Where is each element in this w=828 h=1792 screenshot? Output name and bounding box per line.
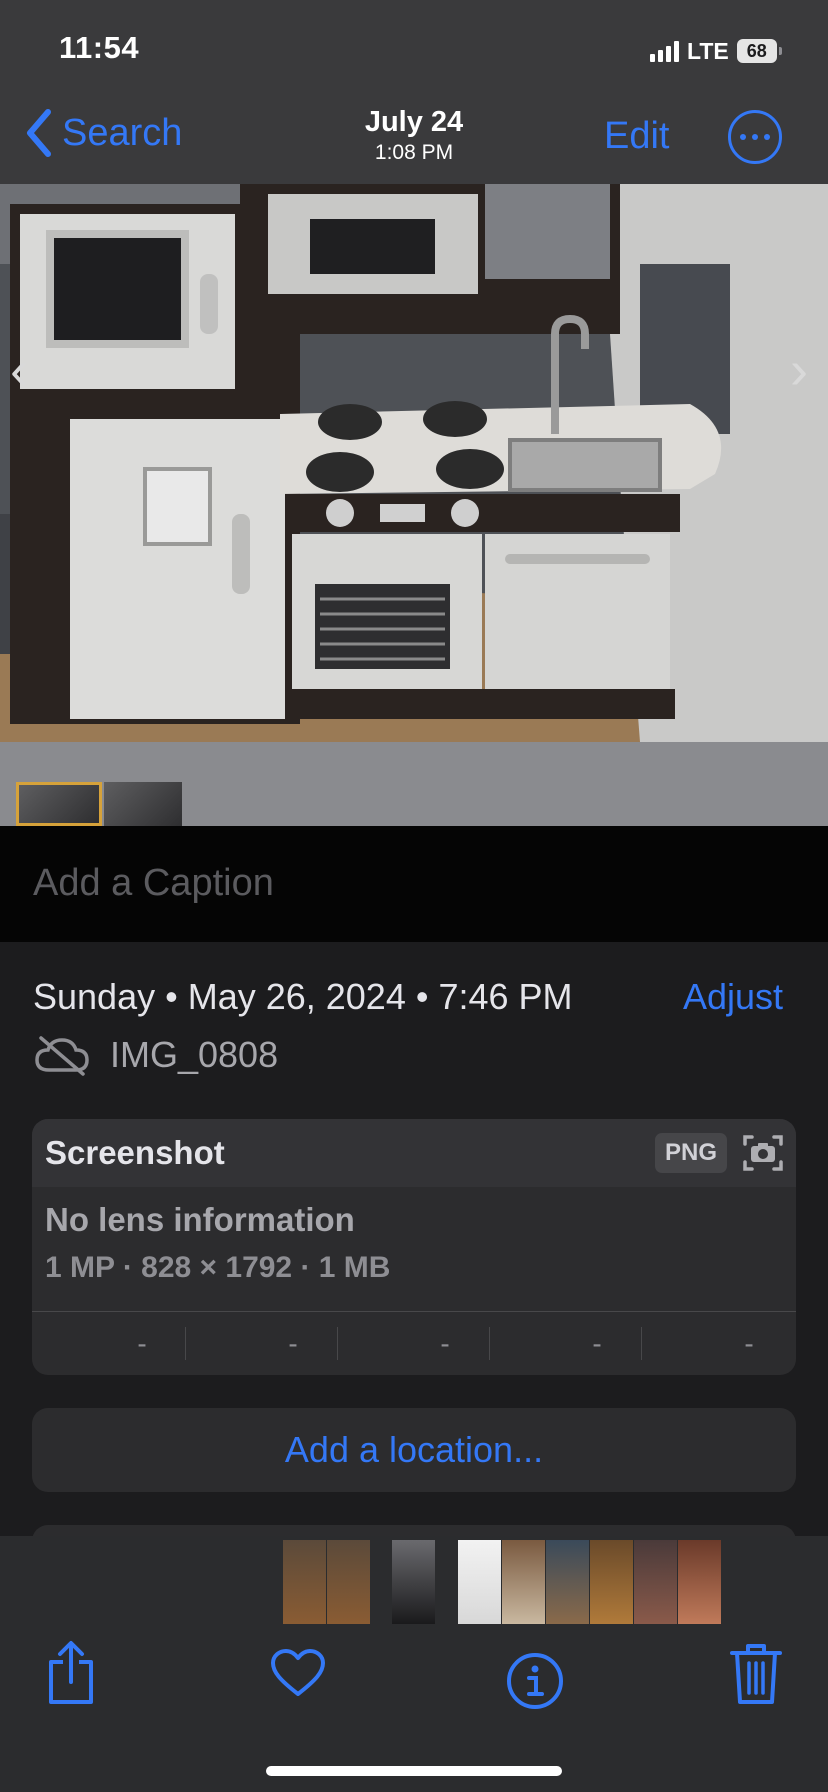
exif-shutter: - <box>744 1327 754 1359</box>
exif-focal-length: - <box>288 1327 298 1359</box>
format-badge: PNG <box>655 1133 727 1173</box>
photo-viewer[interactable]: ‹ › <box>0 184 828 742</box>
signal-icon <box>650 40 679 62</box>
filmstrip-thumbnail[interactable] <box>590 1540 633 1624</box>
filmstrip-thumbnail[interactable] <box>327 1540 370 1624</box>
filmstrip-thumbnail[interactable] <box>546 1540 589 1624</box>
exif-divider <box>641 1327 642 1360</box>
next-photo-chevron[interactable]: › <box>790 339 808 401</box>
home-indicator <box>266 1766 562 1776</box>
heart-icon <box>271 1649 325 1696</box>
filmstrip-thumbnail[interactable] <box>678 1540 721 1624</box>
nav-title: July 24 1:08 PM <box>0 106 828 165</box>
exif-aperture: - <box>592 1327 602 1359</box>
status-indicators: LTE 68 <box>650 36 782 66</box>
exif-divider <box>337 1327 338 1360</box>
more-button[interactable] <box>728 110 782 164</box>
metadata-type: Screenshot <box>45 1134 225 1171</box>
cloud-slash-icon <box>35 1036 89 1081</box>
filmstrip-thumbnail[interactable] <box>458 1540 501 1624</box>
photo-datetime: Sunday • May 26, 2024 • 7:46 PM <box>33 976 573 1017</box>
filmstrip-thumbnail[interactable] <box>392 1540 435 1624</box>
edit-button[interactable]: Edit <box>604 115 669 158</box>
lens-info: No lens information <box>45 1201 355 1238</box>
screenshot-camera-icon <box>742 1132 784 1179</box>
thumbnail-current[interactable] <box>16 782 102 826</box>
status-time: 11:54 <box>59 30 140 65</box>
filmstrip-thumbnail[interactable] <box>502 1540 545 1624</box>
info-icon <box>507 1653 563 1709</box>
nav-time: 1:08 PM <box>374 141 454 164</box>
image-specs: 1 MP · 828 × 1792 · 1 MB <box>45 1251 391 1284</box>
filmstrip-thumbnail[interactable] <box>283 1540 326 1624</box>
trash-icon <box>730 1644 782 1704</box>
nav-date: July 24 <box>364 106 464 138</box>
network-label: LTE <box>687 37 729 64</box>
metadata-card: Screenshot PNG No lens information 1 MP … <box>32 1119 796 1375</box>
favorite-button[interactable] <box>270 1648 326 1703</box>
previous-photo-chevron[interactable]: ‹ <box>10 339 28 401</box>
exif-divider <box>489 1327 490 1360</box>
share-icon <box>49 1641 93 1704</box>
toy-kitchen-photo <box>0 184 828 742</box>
add-location-button[interactable]: Add a location... <box>32 1408 796 1492</box>
caption-input[interactable]: Add a Caption <box>33 862 274 905</box>
thumbnail[interactable] <box>104 782 182 826</box>
exif-iso: - <box>137 1327 147 1359</box>
more-icon <box>740 134 746 140</box>
delete-button[interactable] <box>730 1643 782 1710</box>
photo-filename: IMG_0808 <box>110 1034 279 1075</box>
share-button[interactable] <box>46 1640 96 1711</box>
adjust-button[interactable]: Adjust <box>683 976 783 1018</box>
exif-exposure: - <box>440 1327 450 1359</box>
info-button[interactable] <box>506 1652 564 1715</box>
battery-icon: 68 <box>736 39 782 63</box>
filmstrip-thumbnail[interactable] <box>634 1540 677 1624</box>
exif-divider <box>185 1327 186 1360</box>
